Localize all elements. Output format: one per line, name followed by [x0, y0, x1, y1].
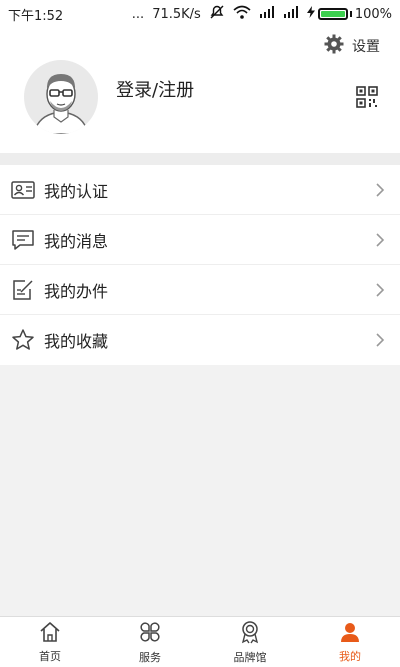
star-icon	[10, 327, 36, 353]
chevron-right-icon	[374, 182, 386, 198]
status-dots: ...	[131, 6, 145, 22]
tab-label: 品牌馆	[233, 650, 267, 664]
signal-icon-2	[283, 6, 299, 22]
menu-item-label: 我的消息	[44, 231, 109, 251]
user-icon	[339, 621, 361, 646]
medal-icon	[238, 620, 262, 647]
message-icon	[10, 227, 36, 253]
tab-mine[interactable]: 我的	[300, 617, 400, 667]
home-icon	[39, 621, 61, 646]
menu-item-favorites[interactable]: 我的收藏	[0, 315, 400, 365]
menu-item-my-cases[interactable]: 我的办件	[0, 265, 400, 315]
tab-services[interactable]: 服务	[100, 617, 200, 667]
menu-item-certification[interactable]: 我的认证	[0, 165, 400, 215]
muted-bell-icon	[209, 4, 225, 24]
status-icons: ... 71.5K/s 100%	[132, 4, 392, 24]
battery-indicator: 100%	[306, 6, 392, 22]
menu-item-label: 我的认证	[44, 181, 109, 201]
tab-brand-hall[interactable]: 品牌馆	[200, 617, 300, 667]
qr-code-icon[interactable]	[356, 86, 378, 112]
battery-percent: 100%	[354, 6, 392, 22]
signal-icon	[259, 6, 275, 22]
menu-item-messages[interactable]: 我的消息	[0, 215, 400, 265]
menu-item-label: 我的办件	[44, 281, 109, 301]
document-edit-icon	[10, 277, 36, 303]
settings-button[interactable]: 设置	[324, 34, 380, 58]
chevron-right-icon	[374, 232, 386, 248]
menu-item-label: 我的收藏	[44, 332, 109, 351]
bottom-tab-bar: 首页 服务 品牌馆 我的	[0, 616, 400, 667]
tab-label: 我的	[339, 649, 361, 663]
chevron-right-icon	[374, 332, 386, 348]
id-card-icon	[10, 177, 36, 203]
tab-label: 首页	[39, 649, 61, 663]
status-time: 下午1:52	[8, 8, 64, 24]
network-speed: 71.5K/s	[152, 6, 201, 22]
settings-label: 设置	[352, 39, 380, 55]
charging-icon	[306, 6, 315, 22]
status-bar: 下午1:52 ... 71.5K/s 100%	[0, 0, 400, 28]
clover-icon	[138, 620, 162, 647]
gear-icon	[324, 34, 344, 58]
tab-label: 服务	[139, 650, 161, 664]
avatar[interactable]	[24, 60, 98, 134]
login-register-link[interactable]: 登录/注册	[116, 76, 194, 102]
section-divider	[0, 153, 400, 165]
battery-icon	[317, 8, 348, 20]
wifi-icon	[233, 5, 251, 23]
chevron-right-icon	[374, 282, 386, 298]
profile-header: 设置 登录/注册	[0, 28, 400, 153]
tab-home[interactable]: 首页	[0, 617, 100, 667]
menu-list: 我的认证 我的消息 我的办件 我的收藏	[0, 165, 400, 365]
